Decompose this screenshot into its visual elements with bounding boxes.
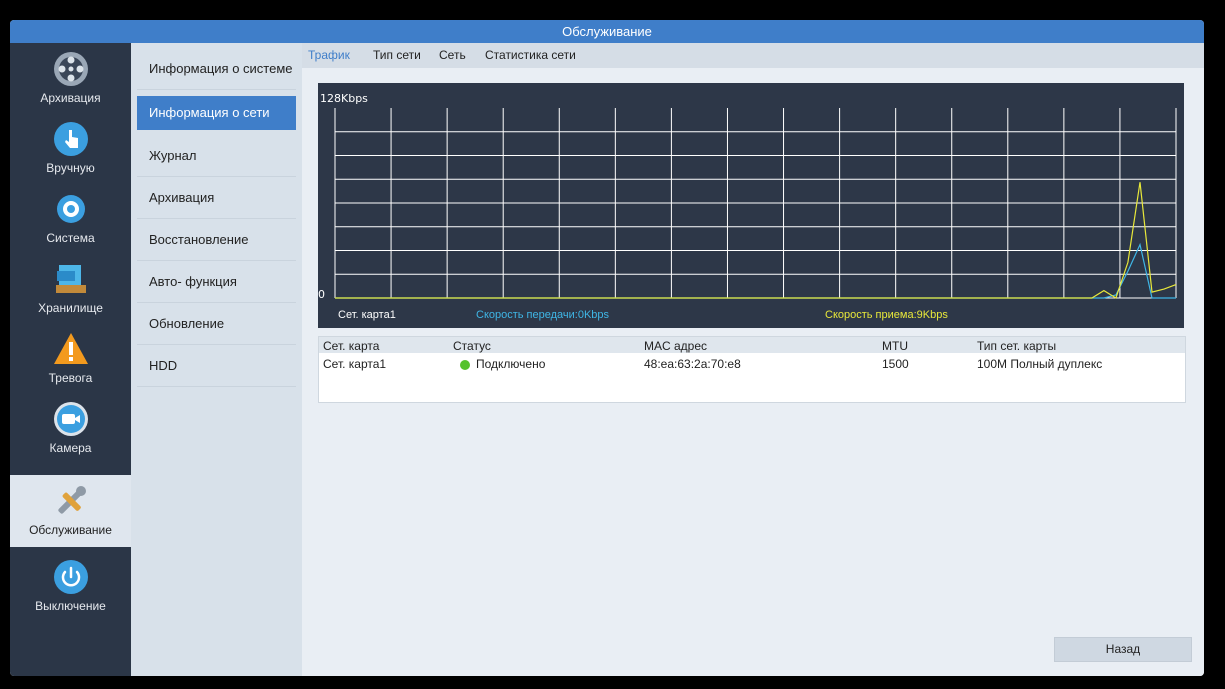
- recv-series-line: [335, 182, 1177, 299]
- cell-card-type: 100M Полный дуплекс: [977, 357, 1103, 371]
- y-max-label: 128Kbps: [320, 92, 368, 105]
- col-header-card: Сет. карта: [323, 339, 380, 353]
- sub-sidebar: Информация о системе Информация о сети Ж…: [131, 43, 302, 676]
- subnav-item-update[interactable]: Обновление: [137, 303, 296, 345]
- tab-bar: Трафик Тип сети Сеть Статистика сети: [302, 43, 1204, 68]
- traffic-graph: 128Kbps 0 Сет. карта1 Скорость передачи:…: [318, 83, 1184, 328]
- sidebar-item-label: Система: [46, 231, 95, 245]
- tab-network-stats[interactable]: Статистика сети: [485, 48, 576, 62]
- sidebar-item-label: Выключение: [35, 599, 106, 613]
- send-series-line: [335, 242, 1176, 299]
- film-reel-icon: [54, 52, 88, 86]
- traffic-chart: [334, 108, 1177, 299]
- sidebar-item-manual[interactable]: Вручную: [10, 113, 131, 183]
- y-min-label: 0: [318, 288, 325, 301]
- camera-icon: [54, 402, 88, 436]
- sidebar-item-archive[interactable]: Архивация: [10, 43, 131, 113]
- main-sidebar: Архивация Вручную Система Хранилище Трев…: [10, 43, 131, 676]
- maintenance-window: Обслуживание Архивация Вручную Система Х…: [10, 20, 1204, 676]
- cell-status: Подключено: [476, 357, 546, 371]
- sidebar-item-maintenance[interactable]: Обслуживание: [10, 475, 131, 547]
- subnav-item-system-info[interactable]: Информация о системе: [137, 48, 296, 90]
- status-connected-icon: [460, 360, 470, 370]
- tab-network-type[interactable]: Тип сети: [373, 48, 421, 62]
- window-title: Обслуживание: [10, 20, 1204, 43]
- table-header: Сет. карта Статус MAC адрес MTU Тип сет.…: [319, 337, 1185, 353]
- sidebar-item-alarm[interactable]: Тревога: [10, 323, 131, 393]
- recv-speed-label: Скорость приема:9Kbps: [825, 309, 948, 321]
- sidebar-item-label: Хранилище: [38, 301, 103, 315]
- subnav-item-network-info[interactable]: Информация о сети: [137, 96, 296, 130]
- col-header-mac: MAC адрес: [644, 339, 708, 353]
- alarm-warning-icon: [54, 333, 88, 364]
- gear-icon: [57, 195, 85, 223]
- sidebar-item-shutdown[interactable]: Выключение: [10, 551, 131, 621]
- subnav-item-auto-function[interactable]: Авто- функция: [137, 261, 296, 303]
- cell-mtu: 1500: [882, 357, 909, 371]
- hand-pointer-icon: [54, 122, 88, 156]
- sidebar-item-label: Архивация: [40, 91, 101, 105]
- sidebar-item-camera[interactable]: Камера: [10, 393, 131, 463]
- tools-icon: [58, 486, 86, 514]
- tab-traffic[interactable]: Трафик: [308, 48, 350, 62]
- subnav-item-hdd[interactable]: HDD: [137, 345, 296, 387]
- cell-mac: 48:ea:63:2a:70:e8: [644, 357, 741, 371]
- sidebar-item-system[interactable]: Система: [10, 183, 131, 253]
- sidebar-item-label: Вручную: [46, 161, 95, 175]
- sidebar-item-label: Камера: [49, 441, 92, 455]
- sidebar-item-label: Обслуживание: [29, 523, 112, 537]
- tab-network[interactable]: Сеть: [439, 48, 466, 62]
- sidebar-item-label: Тревога: [48, 371, 93, 385]
- power-icon: [54, 560, 88, 594]
- col-header-status: Статус: [453, 339, 491, 353]
- card-label: Сет. карта1: [338, 309, 396, 321]
- storage-icon: [56, 265, 86, 293]
- cell-card: Сет. карта1: [323, 357, 387, 371]
- network-card-table: Сет. карта Статус MAC адрес MTU Тип сет.…: [318, 336, 1186, 403]
- send-speed-label: Скорость передачи:0Kbps: [476, 309, 610, 321]
- subnav-item-log[interactable]: Журнал: [137, 135, 296, 177]
- col-header-mtu: MTU: [882, 339, 908, 353]
- main-content: Трафик Тип сети Сеть Статистика сети 128…: [302, 43, 1204, 676]
- col-header-card-type: Тип сет. карты: [977, 339, 1057, 353]
- subnav-item-archive[interactable]: Архивация: [137, 177, 296, 219]
- back-button[interactable]: Назад: [1054, 637, 1192, 662]
- sidebar-item-storage[interactable]: Хранилище: [10, 253, 131, 323]
- subnav-item-restore[interactable]: Восстановление: [137, 219, 296, 261]
